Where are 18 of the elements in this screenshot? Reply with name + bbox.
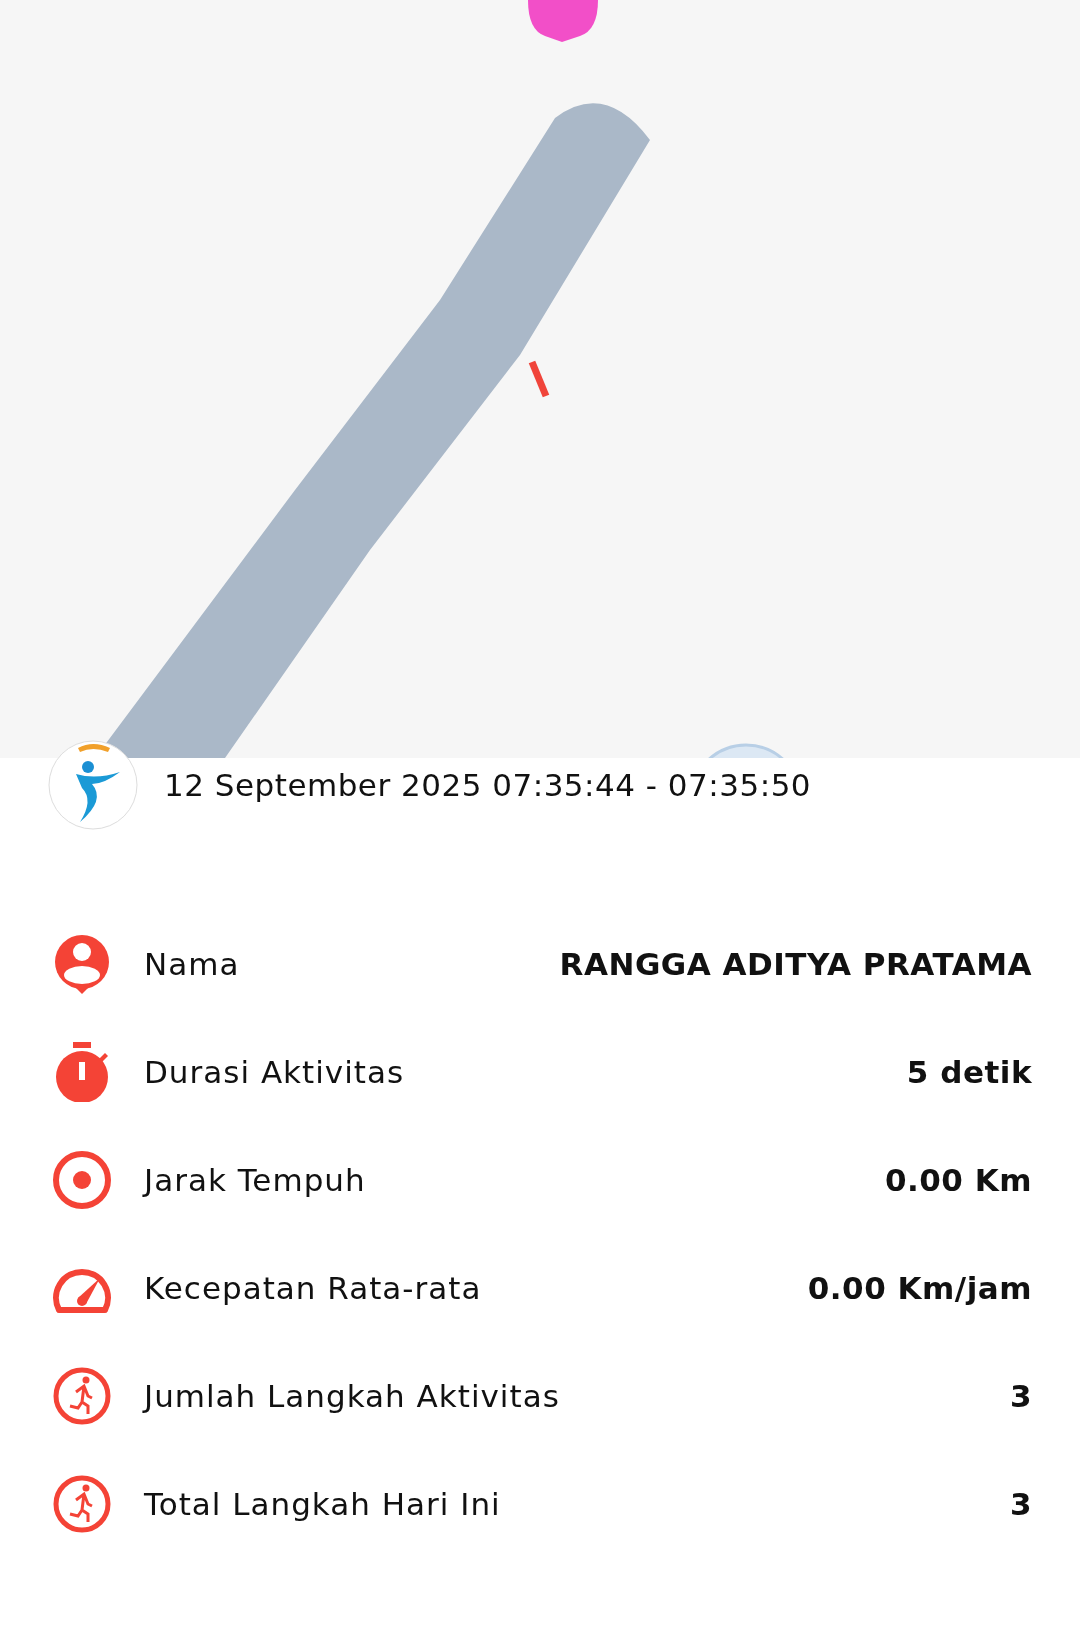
stat-label: Nama xyxy=(144,946,241,982)
activity-time-range: 12 September 2025 07:35:44 - 07:35:50 xyxy=(164,767,812,803)
person-icon xyxy=(52,934,112,994)
running-person-icon xyxy=(52,1366,112,1426)
stat-label: Jarak Tempuh xyxy=(144,1162,367,1198)
stat-value: 0.00 Km/jam xyxy=(807,1270,1032,1306)
stat-value: 3 xyxy=(1009,1378,1032,1414)
stat-label: Jumlah Langkah Aktivitas xyxy=(144,1378,561,1414)
stat-value: RANGGA ADITYA PRATAMA xyxy=(559,946,1032,982)
running-person-icon xyxy=(52,1474,112,1534)
stat-value: 0.00 Km xyxy=(884,1162,1032,1198)
stat-value: 5 detik xyxy=(906,1054,1032,1090)
stat-label: Kecepatan Rata-rata xyxy=(144,1270,483,1306)
logo-icon xyxy=(48,740,138,830)
stat-label: Total Langkah Hari Ini xyxy=(144,1486,502,1522)
target-icon xyxy=(52,1150,112,1210)
stat-value: 3 xyxy=(1009,1486,1032,1522)
stat-label: Durasi Aktivitas xyxy=(144,1054,406,1090)
